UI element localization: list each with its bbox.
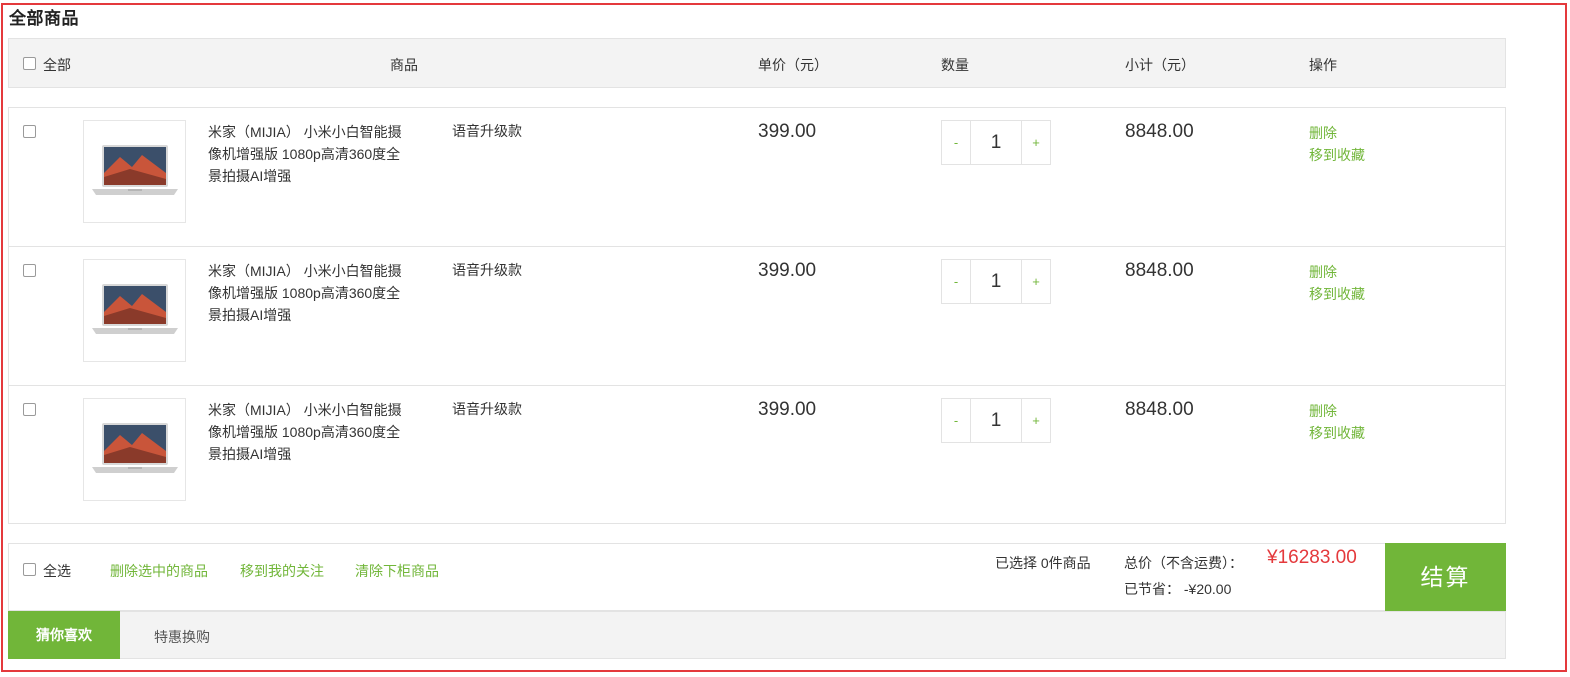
product-spec: 语音升级款	[452, 123, 522, 139]
select-all-checkbox[interactable]	[23, 563, 36, 576]
decrease-button[interactable]: -	[942, 399, 971, 442]
quantity-stepper: - 1 +	[941, 120, 1051, 165]
recommend-tabs: 猜你喜欢 特惠换购	[8, 611, 1506, 659]
delete-link[interactable]: 删除	[1309, 401, 1337, 421]
product-thumbnail[interactable]	[83, 120, 186, 223]
quantity-stepper: - 1 +	[941, 259, 1051, 304]
move-to-favorites-link[interactable]: 移到收藏	[1309, 145, 1365, 165]
cart-footer: 全选 删除选中的商品 移到我的关注 清除下柜商品 已选择 0件商品 总价（不含运…	[8, 543, 1506, 611]
item-subtotal: 8848.00	[1125, 399, 1194, 420]
product-name[interactable]: 米家（MIJIA） 小米小白智能摄像机增强版 1080p高清360度全景拍摄AI…	[208, 260, 413, 326]
cart-item-row: 米家（MIJIA） 小米小白智能摄像机增强版 1080p高清360度全景拍摄AI…	[9, 246, 1505, 384]
cart-item-row: 米家（MIJIA） 小米小白智能摄像机增强版 1080p高清360度全景拍摄AI…	[9, 385, 1505, 523]
select-all-checkbox-header[interactable]	[23, 57, 36, 70]
cart-header: 全部 商品 单价（元） 数量 小计（元） 操作	[8, 38, 1506, 88]
quantity-value[interactable]: 1	[971, 260, 1021, 303]
laptop-image	[92, 145, 178, 195]
header-unit-price: 单价（元）	[758, 57, 828, 73]
header-quantity: 数量	[941, 57, 969, 73]
item-subtotal: 8848.00	[1125, 260, 1194, 281]
product-name[interactable]: 米家（MIJIA） 小米小白智能摄像机增强版 1080p高清360度全景拍摄AI…	[208, 399, 413, 465]
product-spec: 语音升级款	[452, 401, 522, 417]
clear-unavailable-link[interactable]: 清除下柜商品	[355, 561, 439, 581]
unit-price: 399.00	[758, 121, 817, 142]
product-spec: 语音升级款	[452, 262, 522, 278]
decrease-button[interactable]: -	[942, 121, 971, 164]
quantity-value[interactable]: 1	[971, 121, 1021, 164]
product-thumbnail[interactable]	[83, 259, 186, 362]
checkout-button[interactable]: 结算	[1385, 543, 1506, 611]
item-checkbox[interactable]	[23, 264, 36, 277]
selected-count: 已选择 0件商品	[995, 555, 1091, 571]
move-to-favorites-link[interactable]: 移到收藏	[1309, 423, 1365, 443]
move-to-favorites-link[interactable]: 移到收藏	[1309, 284, 1365, 304]
saved-amount: 已节省： -¥20.00	[1124, 581, 1232, 597]
increase-button[interactable]: +	[1021, 260, 1050, 303]
delete-link[interactable]: 删除	[1309, 123, 1337, 143]
increase-button[interactable]: +	[1021, 399, 1050, 442]
header-actions: 操作	[1309, 57, 1337, 73]
delete-selected-link[interactable]: 删除选中的商品	[110, 561, 208, 581]
delete-link[interactable]: 删除	[1309, 262, 1337, 282]
decrease-button[interactable]: -	[942, 260, 971, 303]
product-name[interactable]: 米家（MIJIA） 小米小白智能摄像机增强版 1080p高清360度全景拍摄AI…	[208, 121, 413, 187]
increase-button[interactable]: +	[1021, 121, 1050, 164]
cart-items: 米家（MIJIA） 小米小白智能摄像机增强版 1080p高清360度全景拍摄AI…	[8, 107, 1506, 524]
header-product: 商品	[390, 57, 418, 73]
header-all-label: 全部	[43, 57, 71, 73]
unit-price: 399.00	[758, 260, 817, 281]
total-label: 总价（不含运费）：	[1124, 555, 1243, 571]
move-to-follow-link[interactable]: 移到我的关注	[240, 561, 324, 581]
unit-price: 399.00	[758, 399, 817, 420]
item-subtotal: 8848.00	[1125, 121, 1194, 142]
product-thumbnail[interactable]	[83, 398, 186, 501]
total-price: ¥16283.00	[1267, 547, 1357, 568]
item-checkbox[interactable]	[23, 403, 36, 416]
laptop-image	[92, 423, 178, 473]
laptop-image	[92, 284, 178, 334]
tab-guess-you-like[interactable]: 猜你喜欢	[8, 611, 120, 659]
cart-title: 全部商品	[9, 9, 79, 28]
header-subtotal: 小计（元）	[1125, 57, 1195, 73]
cart-item-row: 米家（MIJIA） 小米小白智能摄像机增强版 1080p高清360度全景拍摄AI…	[9, 108, 1505, 246]
select-all-label[interactable]: 全选	[43, 561, 71, 581]
tab-special-offer[interactable]: 特惠换购	[154, 627, 210, 647]
quantity-stepper: - 1 +	[941, 398, 1051, 443]
item-checkbox[interactable]	[23, 125, 36, 138]
quantity-value[interactable]: 1	[971, 399, 1021, 442]
